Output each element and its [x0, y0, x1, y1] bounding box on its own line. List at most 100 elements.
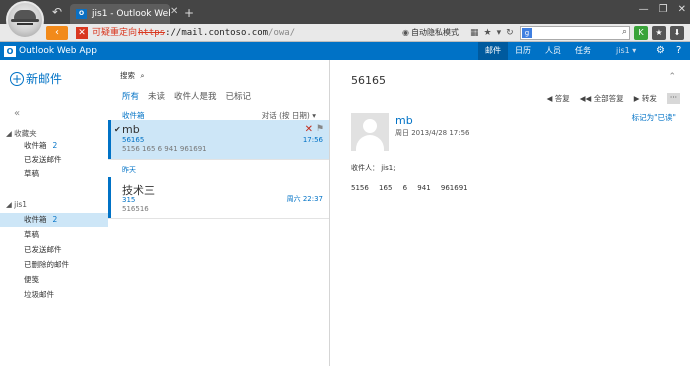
message-subject: 315: [122, 196, 136, 204]
delete-icon[interactable]: ✕: [305, 124, 313, 135]
close-window-icon[interactable]: ✕: [678, 4, 686, 15]
favorites-header[interactable]: ◢ 收藏夹: [6, 128, 37, 139]
browser-search-input[interactable]: g ⌕: [520, 26, 630, 40]
folder-label: 已发送邮件: [24, 245, 62, 254]
message-preview: 516516: [122, 205, 149, 213]
selection-bar: [108, 120, 111, 159]
search-icon[interactable]: ⌕: [622, 27, 627, 37]
owa-logo[interactable]: O Outlook Web App: [4, 42, 97, 60]
nav-mail[interactable]: 邮件: [478, 42, 508, 60]
message-from: mb: [122, 123, 140, 136]
filter-flagged[interactable]: 已标记: [226, 90, 252, 102]
forward-label: 转发: [641, 94, 657, 103]
redirect-warning[interactable]: ✕ 可疑重定向: [74, 25, 141, 41]
refresh-icon[interactable]: ↻: [506, 26, 514, 40]
folder-sent[interactable]: 已发送邮件: [0, 243, 108, 257]
message-item[interactable]: ✔ mb 56165 5156 165 6 941 961691 ✕ ⚑ 17:…: [108, 120, 329, 160]
folder-label: 草稿: [24, 169, 39, 178]
search-label: 搜索: [120, 71, 135, 80]
filter-to-me[interactable]: 收件人是我: [174, 90, 217, 102]
extension-star-icon[interactable]: ★: [652, 26, 666, 40]
favorites-drafts[interactable]: 草稿: [0, 167, 108, 181]
url-input[interactable]: https://mail.contoso.com/owa/: [138, 25, 400, 41]
reply-all-button[interactable]: ◀◀ 全部答复: [580, 93, 624, 104]
folder-pane: + 新邮件 « ◢ 收藏夹 收件箱 2 已发送邮件 草稿 ◢ jis1 收件箱 2 草…: [0, 60, 108, 366]
forward-button[interactable]: ▶ 转发: [634, 93, 657, 104]
search-icon: ⌕: [140, 71, 145, 80]
message-item[interactable]: 技术三 315 516516 周六 22:37: [108, 177, 329, 219]
reply-all-label: 全部答复: [593, 94, 624, 103]
help-icon[interactable]: ?: [676, 42, 681, 60]
redirect-warning-label: 可疑重定向: [92, 28, 138, 38]
message-body: 5156 165 6 941 961691: [351, 184, 468, 192]
owa-nav: 邮件 日历 人员 任务: [478, 42, 598, 60]
check-icon[interactable]: ✔: [114, 125, 121, 134]
undo-close-tab-icon[interactable]: ↶: [52, 5, 62, 19]
message-time: 17:56: [302, 136, 323, 144]
message-preview: 5156 165 6 941 961691: [122, 145, 207, 153]
nav-calendar[interactable]: 日历: [508, 42, 538, 60]
settings-gear-icon[interactable]: ⚙: [656, 42, 665, 60]
extension-k-icon[interactable]: K: [634, 26, 648, 40]
filter-unread[interactable]: 未读: [148, 90, 165, 102]
forward-icon: ▶: [633, 94, 642, 103]
unread-count: 2: [52, 215, 58, 224]
sender-name[interactable]: mb: [395, 114, 413, 127]
privacy-mode-label: 自动隐私模式: [410, 28, 459, 37]
owa-app-name: Outlook Web App: [19, 46, 97, 56]
message-time: 周六 22:37: [286, 195, 323, 203]
nav-tasks[interactable]: 任务: [568, 42, 598, 60]
flag-icon[interactable]: ⚑: [316, 124, 324, 134]
collapse-pane-icon[interactable]: «: [14, 108, 20, 119]
sent-date: 周日 2013/4/28 17:56: [395, 129, 470, 137]
recipient-line: 收件人： jis1;: [351, 164, 396, 172]
unread-count: 2: [52, 141, 58, 150]
new-mail-button[interactable]: + 新邮件: [10, 70, 62, 87]
outlook-logo-icon: O: [4, 46, 16, 57]
account-header[interactable]: ◢ jis1: [6, 200, 27, 209]
unread-bar: [108, 177, 111, 218]
dropdown-icon[interactable]: ▾: [497, 26, 502, 40]
reply-actions: ◀ 答复 ◀◀ 全部答复 ▶ 转发 ···: [547, 93, 680, 104]
url-path: /owa/: [268, 28, 296, 38]
nav-people[interactable]: 人员: [538, 42, 568, 60]
folder-deleted[interactable]: 已删除的邮件: [0, 258, 108, 272]
warning-x-icon: ✕: [76, 27, 88, 39]
user-menu[interactable]: jis1 ▾: [616, 42, 636, 60]
folder-title: 收件箱: [122, 111, 145, 120]
outlook-favicon-icon: O: [76, 9, 87, 19]
browser-tab-bar: ↶ O jis1 - Outlook Web ✕ + — ❐ ✕: [0, 0, 690, 39]
mark-read-link[interactable]: 标记为"已读": [632, 112, 676, 123]
browser-tab[interactable]: O jis1 - Outlook Web: [70, 4, 170, 24]
new-tab-button[interactable]: +: [184, 6, 194, 20]
bookmark-star-icon[interactable]: ★: [484, 26, 492, 40]
maximize-icon[interactable]: ❐: [659, 4, 668, 15]
reply-button[interactable]: ◀ 答复: [547, 93, 570, 104]
folder-notes[interactable]: 便笺: [0, 273, 108, 287]
folder-inbox[interactable]: 收件箱 2: [0, 213, 108, 227]
calendar-icon[interactable]: ▦: [470, 26, 479, 40]
address-bar: ‹ ✕ 可疑重定向 https://mail.contoso.com/owa/ …: [0, 24, 690, 42]
day-group-header: 昨天: [122, 166, 136, 174]
folder-drafts[interactable]: 草稿: [0, 228, 108, 242]
mail-search[interactable]: 搜索 ⌕: [120, 70, 145, 81]
owa-header: O Outlook Web App 邮件 日历 人员 任务 jis1 ▾ ⚙ ?: [0, 42, 690, 60]
privacy-mode-indicator[interactable]: ◉ 自动隐私模式: [402, 25, 459, 41]
favorites-sent[interactable]: 已发送邮件: [0, 153, 108, 167]
more-actions-button[interactable]: ···: [666, 93, 680, 104]
filter-bar: 所有 未读 收件人是我 已标记: [122, 90, 251, 102]
search-engine-icon[interactable]: g: [522, 28, 532, 38]
minimize-icon[interactable]: —: [639, 4, 649, 15]
back-button[interactable]: ‹: [46, 26, 68, 40]
download-icon[interactable]: ⬇: [670, 26, 684, 40]
folder-label: 收件箱: [24, 141, 47, 150]
browser-tab-title: jis1 - Outlook Web: [92, 9, 170, 19]
tab-close-icon[interactable]: ✕: [170, 6, 178, 17]
privacy-eye-icon: ◉: [402, 28, 409, 37]
collapse-up-icon[interactable]: ⌃: [668, 72, 676, 82]
folder-junk[interactable]: 垃圾邮件: [0, 288, 108, 302]
filter-all[interactable]: 所有: [122, 90, 139, 102]
browser-profile-avatar[interactable]: [6, 1, 44, 39]
favorites-inbox[interactable]: 收件箱 2: [0, 139, 108, 153]
new-mail-label: 新邮件: [26, 72, 63, 86]
